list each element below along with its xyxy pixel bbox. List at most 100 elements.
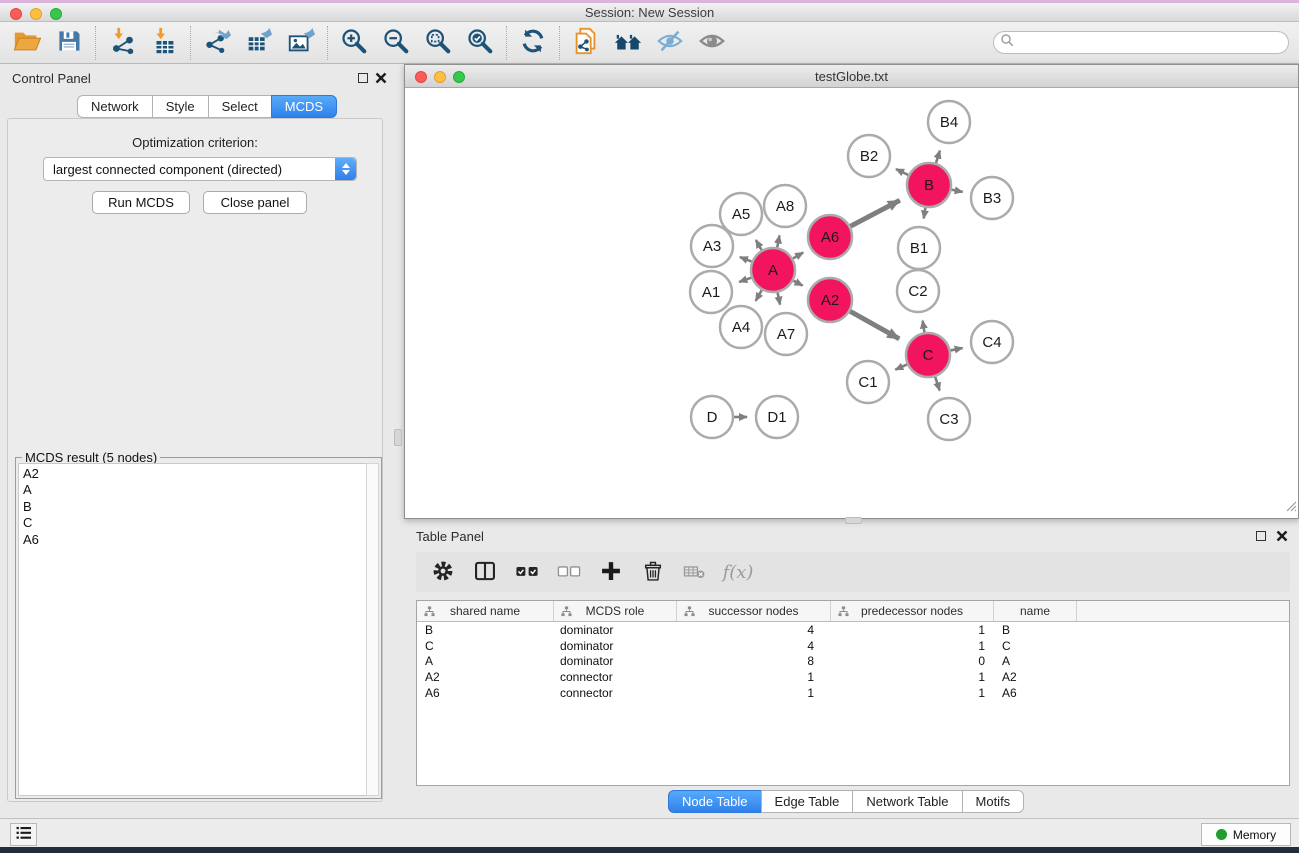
deselect-all-columns-button[interactable] (550, 555, 588, 589)
graph-edge-B-B1[interactable] (924, 208, 926, 219)
tab-network-table[interactable]: Network Table (852, 790, 962, 813)
tab-node-table[interactable]: Node Table (668, 790, 762, 813)
network-window-title: testGlobe.txt (815, 69, 888, 84)
table-row[interactable]: Adominator80A (417, 653, 1289, 669)
zoom-selected-button[interactable] (459, 24, 501, 62)
table-panel-header: Table Panel (404, 522, 1299, 548)
refresh-button[interactable] (512, 24, 554, 62)
graph-edge-A-A4[interactable] (756, 290, 762, 301)
graph-edge-A-A3[interactable] (740, 257, 752, 262)
graph-edge-A-A5[interactable] (756, 240, 762, 250)
graph-edge-A-A2[interactable] (793, 281, 802, 286)
float-table-panel-icon[interactable] (1256, 531, 1266, 541)
tab-style[interactable]: Style (152, 95, 209, 118)
graph-node-label-C4: C4 (982, 334, 1001, 351)
list-item[interactable]: A6 (23, 532, 367, 548)
create-column-button[interactable] (592, 555, 630, 589)
delete-column-button[interactable] (634, 555, 672, 589)
mcds-result-list[interactable]: A2 A B C A6 (18, 463, 368, 796)
column-header-mcds-role[interactable]: MCDS role (554, 601, 677, 621)
network-canvas[interactable]: AA1A2A3A4A5A6A7A8BB1B2B3B4CC1C2C3C4DD1 (405, 88, 1298, 518)
graph-edge-C-C3[interactable] (935, 377, 939, 391)
scrollbar[interactable] (366, 463, 379, 796)
zoom-network-window-button[interactable] (453, 71, 465, 83)
tab-select[interactable]: Select (208, 95, 272, 118)
table-settings-button[interactable] (424, 555, 462, 589)
graph-edge-B-B2[interactable] (896, 169, 908, 175)
graph-edge-A-A7[interactable] (778, 293, 780, 305)
graph-edge-A-A1[interactable] (739, 278, 751, 282)
graph-node-label-B2: B2 (860, 148, 878, 165)
hide-graphics-details-button[interactable] (649, 24, 691, 62)
import-table-icon (149, 26, 179, 59)
mcds-panel: Optimization criterion: largest connecte… (7, 118, 383, 802)
network-graph[interactable]: AA1A2A3A4A5A6A7A8BB1B2B3B4CC1C2C3C4DD1 (405, 88, 1298, 518)
tab-mcds[interactable]: MCDS (271, 95, 337, 118)
graph-edge-C-C4[interactable] (951, 348, 963, 350)
list-item[interactable]: C (23, 515, 367, 531)
tab-motifs[interactable]: Motifs (962, 790, 1025, 813)
list-item[interactable]: B (23, 499, 367, 515)
minimize-network-window-button[interactable] (434, 71, 446, 83)
graph-edge-A-A6[interactable] (793, 253, 803, 259)
resize-grip-icon[interactable] (1284, 499, 1297, 517)
column-header-predecessor-nodes[interactable]: predecessor nodes (831, 601, 994, 621)
table-row[interactable]: Cdominator41C (417, 638, 1289, 654)
zoom-out-button[interactable] (375, 24, 417, 62)
run-mcds-button[interactable]: Run MCDS (92, 191, 190, 214)
save-session-button[interactable] (48, 24, 90, 62)
tab-edge-table[interactable]: Edge Table (761, 790, 854, 813)
show-column-panel-button[interactable] (466, 555, 504, 589)
delete-table-button[interactable] (676, 555, 714, 589)
float-panel-icon[interactable] (358, 73, 368, 83)
select-all-columns-button[interactable] (508, 555, 546, 589)
list-item[interactable]: A (23, 482, 367, 498)
open-session-file-button[interactable] (565, 24, 607, 62)
home-button[interactable] (607, 24, 649, 62)
export-table-button[interactable] (238, 24, 280, 62)
zoom-window-button[interactable] (50, 8, 62, 20)
memory-button[interactable]: Memory (1201, 823, 1291, 846)
table-row[interactable]: Bdominator41B (417, 622, 1289, 638)
import-network-button[interactable] (101, 24, 143, 62)
criterion-dropdown[interactable]: largest connected component (directed) (43, 157, 357, 181)
close-panel-button[interactable]: Close panel (203, 191, 307, 214)
export-network-button[interactable] (196, 24, 238, 62)
search-field[interactable] (993, 31, 1289, 54)
list-item[interactable]: A2 (23, 466, 367, 482)
column-header-name[interactable]: name (994, 601, 1077, 621)
graph-edge-B-B3[interactable] (952, 190, 963, 192)
toolbar-separator (190, 26, 191, 60)
graph-edge-A2-C[interactable] (850, 311, 899, 339)
graph-edge-B-B4[interactable] (936, 151, 940, 163)
export-image-button[interactable] (280, 24, 322, 62)
search-input[interactable] (1015, 34, 1288, 52)
show-task-history-button[interactable] (10, 823, 37, 846)
function-builder-button[interactable]: f(x) (718, 555, 756, 589)
graph-edge-C-C1[interactable] (895, 364, 907, 369)
zoom-in-button[interactable] (333, 24, 375, 62)
fx-icon: f(x) (723, 562, 754, 583)
tab-network[interactable]: Network (77, 95, 153, 118)
close-window-button[interactable] (10, 8, 22, 20)
zoom-fit-button[interactable] (417, 24, 459, 62)
close-network-window-button[interactable] (415, 71, 427, 83)
gear-icon (430, 558, 456, 587)
column-header-shared-name[interactable]: shared name (417, 601, 554, 621)
save-icon (55, 27, 83, 58)
close-table-panel-icon[interactable] (1276, 530, 1288, 542)
graph-edge-C-C2[interactable] (923, 321, 925, 333)
import-table-button[interactable] (143, 24, 185, 62)
minimize-window-button[interactable] (30, 8, 42, 20)
table-row[interactable]: A2connector11A2 (417, 669, 1289, 685)
vertical-splitter-handle[interactable] (394, 429, 402, 446)
open-file-button[interactable] (6, 24, 48, 62)
window-controls (10, 8, 62, 20)
close-panel-icon[interactable] (375, 72, 387, 84)
network-window-titlebar[interactable]: testGlobe.txt (405, 65, 1298, 88)
graph-edge-A-A8[interactable] (777, 235, 779, 247)
show-graphics-button[interactable] (691, 24, 733, 62)
column-header-successor-nodes[interactable]: successor nodes (677, 601, 831, 621)
table-row[interactable]: A6connector11A6 (417, 685, 1289, 701)
graph-edge-A6-B[interactable] (850, 200, 899, 226)
